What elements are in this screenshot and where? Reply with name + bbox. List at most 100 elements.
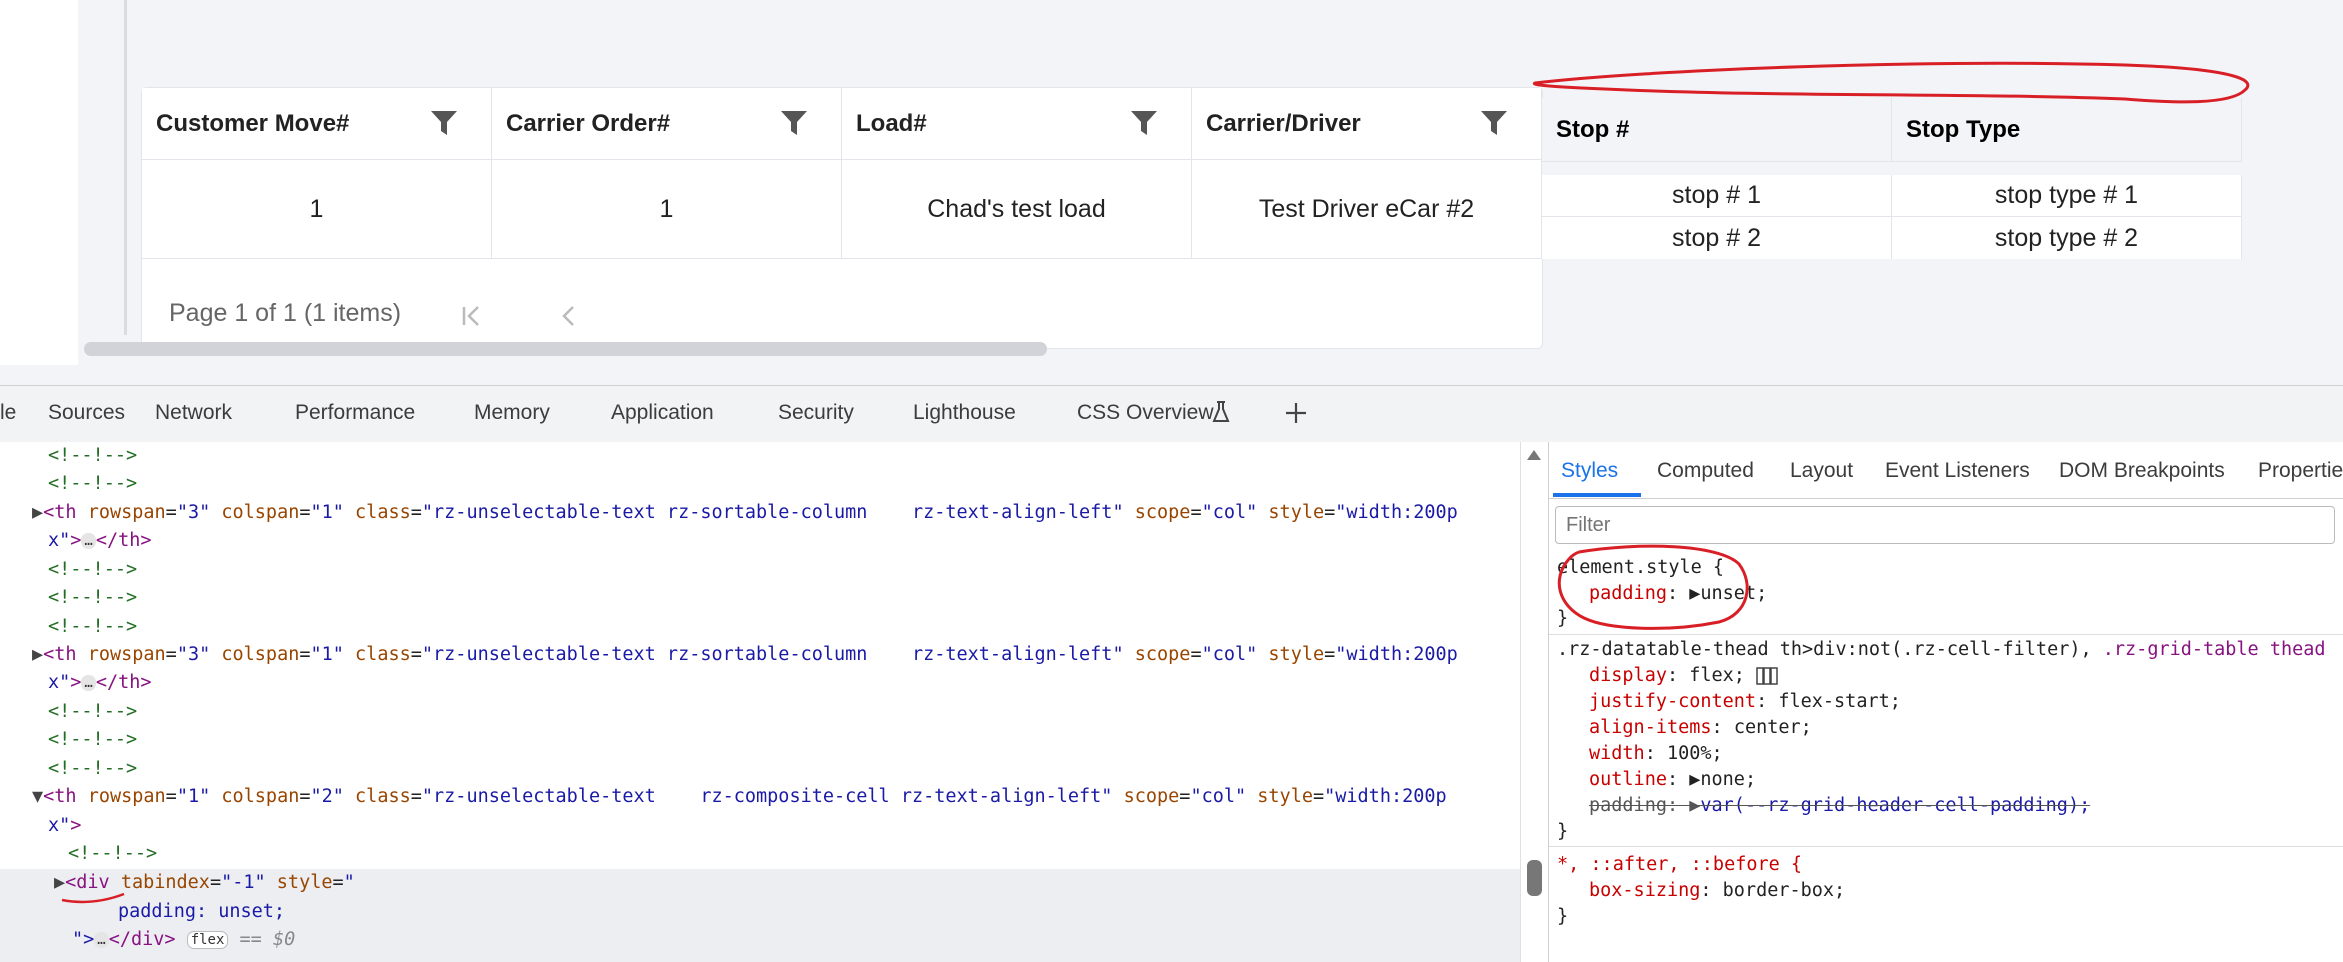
scroll-up-icon[interactable] (1527, 450, 1541, 460)
flexbox-editor-icon[interactable] (1756, 667, 1778, 685)
expand-triangle-icon[interactable]: ▶ (32, 502, 43, 523)
cell-value: 1 (659, 194, 674, 223)
dom-node-th-cont[interactable]: x">… </th> (48, 527, 152, 555)
left-panel (0, 0, 78, 365)
flex-badge[interactable]: flex (186, 931, 229, 949)
rule-divider (1549, 846, 2343, 847)
subgrid-cell: stop type # 2 (1892, 217, 2242, 259)
first-page-icon[interactable] (460, 304, 486, 328)
cell-value: stop # 2 (1672, 223, 1761, 252)
tab-styles[interactable]: Styles (1561, 459, 1618, 483)
tab-elements[interactable]: le (0, 401, 16, 425)
style-declaration-width[interactable]: width: 100%; (1589, 741, 1723, 767)
app-viewport: Customer Move# Carrier Order# Load# Carr… (0, 0, 2343, 385)
dom-node-th-composite[interactable]: ▼<th rowspan="1" colspan="2" class="rz-u… (32, 783, 1447, 811)
tab-sources[interactable]: Sources (48, 401, 125, 425)
elements-scrollbar-thumb[interactable] (1527, 860, 1542, 896)
header-label: Carrier/Driver (1206, 109, 1361, 137)
cell-value: stop type # 1 (1994, 181, 2139, 209)
dom-node-th[interactable]: ▶<th rowspan="3" colspan="1" class="rz-u… (32, 641, 1458, 669)
style-declaration-padding-overridden[interactable]: padding: ▶var(--rz-grid-header-cell-padd… (1589, 793, 2090, 819)
container-border (124, 0, 127, 335)
dom-comment[interactable]: <!--!--> (48, 584, 137, 612)
subheader-gap (1542, 162, 2242, 175)
dom-node-th-cont[interactable]: x">… </th> (48, 669, 152, 697)
funnel-icon[interactable] (1130, 110, 1158, 136)
ellipsis-badge[interactable]: … (81, 533, 96, 549)
beaker-icon (1212, 401, 1230, 422)
active-tab-indicator (1553, 493, 1641, 497)
cell-value: stop # 1 (1672, 181, 1761, 209)
style-declaration-justify[interactable]: justify-content: flex-start; (1589, 689, 1901, 715)
subgrid-cell: stop type # 1 (1892, 175, 2242, 217)
rule-selector-datatable[interactable]: .rz-datatable-thead th>div:not(.rz-cell-… (1557, 637, 2326, 663)
funnel-icon[interactable] (1480, 110, 1508, 136)
style-declaration-align[interactable]: align-items: center; (1589, 715, 1812, 741)
style-declaration-outline[interactable]: outline: ▶none; (1589, 767, 1756, 793)
subgrid-cell: stop # 1 (1542, 175, 1892, 217)
tab-dom-breakpoints[interactable]: DOM Breakpoints (2059, 459, 2225, 483)
tab-performance[interactable]: Performance (295, 401, 415, 425)
dom-node-th-cont[interactable]: x"> (48, 812, 81, 840)
expand-triangle-icon[interactable]: ▶ (1689, 769, 1700, 790)
plus-icon[interactable] (1284, 401, 1308, 425)
subgrid-cell: stop # 2 (1542, 217, 1892, 259)
dom-comment[interactable]: <!--!--> (48, 726, 137, 754)
collapse-triangle-icon[interactable]: ▼ (32, 786, 43, 807)
styles-filter-input[interactable] (1555, 506, 2335, 544)
style-declaration-display[interactable]: display: flex; (1589, 663, 1778, 689)
grid-cell: Test Driver eCar #2 (1192, 160, 1542, 258)
ellipsis-badge[interactable]: … (81, 675, 96, 691)
prev-page-icon[interactable] (558, 304, 580, 328)
dom-comment[interactable]: <!--!--> (48, 556, 137, 584)
horizontal-scrollbar[interactable] (84, 342, 1047, 356)
tab-css-overview[interactable]: CSS Overview (1077, 401, 1214, 425)
grid-cell: 1 (142, 160, 492, 258)
tab-security[interactable]: Security (778, 401, 854, 425)
dom-node-div-close[interactable]: ">… </div> flex == $0 (72, 926, 295, 954)
grid-cell: 1 (492, 160, 842, 258)
devtools-tabbar: le Sources Network Performance Memory Ap… (0, 385, 2343, 443)
funnel-icon[interactable] (780, 110, 808, 136)
cell-value: Chad's test load (927, 194, 1106, 223)
subheader-label: Stop Type (1906, 115, 2021, 143)
annotation-underline (61, 892, 125, 904)
pager-summary: Page 1 of 1 (1 items) (169, 299, 402, 327)
grid-cell: Chad's test load (842, 160, 1192, 258)
tab-lighthouse[interactable]: Lighthouse (913, 401, 1016, 425)
tab-network[interactable]: Network (155, 401, 232, 425)
cell-value: 1 (309, 194, 324, 223)
annotation-oval (1532, 61, 2250, 104)
dom-node-th[interactable]: ▶<th rowspan="3" colspan="1" class="rz-u… (32, 499, 1458, 527)
style-declaration-box-sizing[interactable]: box-sizing: border-box; (1589, 878, 1845, 904)
styles-panel: Styles Computed Layout Event Listeners D… (1548, 442, 2343, 962)
dom-comment[interactable]: <!--!--> (48, 470, 137, 498)
elements-tree: <!--!--> <!--!--> ▶<th rowspan="3" colsp… (0, 442, 1520, 962)
cell-value: Test Driver eCar #2 (1258, 194, 1475, 223)
tab-memory[interactable]: Memory (474, 401, 550, 425)
dom-comment[interactable]: <!--!--> (48, 613, 137, 641)
header-label: Carrier Order# (506, 109, 671, 137)
elements-scrollbar-track[interactable] (1520, 442, 1548, 962)
dollar-zero-hint: == $0 (239, 929, 296, 950)
ellipsis-badge[interactable]: … (94, 932, 109, 948)
dom-comment[interactable]: <!--!--> (48, 442, 137, 470)
expand-triangle-icon[interactable]: ▶ (32, 644, 43, 665)
funnel-icon[interactable] (430, 110, 458, 136)
inline-style-text: padding: unset; (118, 901, 286, 922)
rule-close: } (1557, 906, 1569, 927)
row-divider (142, 258, 1542, 259)
tab-event-listeners[interactable]: Event Listeners (1885, 459, 2030, 483)
tab-computed[interactable]: Computed (1657, 459, 1754, 483)
dom-comment[interactable]: <!--!--> (48, 755, 137, 783)
rule-selector-universal[interactable]: *, ::after, ::before { (1557, 852, 1802, 878)
annotation-circle (1557, 544, 1749, 630)
header-label: Customer Move# (156, 109, 350, 137)
tab-application[interactable]: Application (611, 401, 714, 425)
dom-comment[interactable]: <!--!--> (48, 698, 137, 726)
tab-layout[interactable]: Layout (1790, 459, 1853, 483)
tab-properties[interactable]: Properties (2258, 459, 2343, 483)
dom-comment[interactable]: <!--!--> (68, 840, 157, 868)
subheader-label: Stop # (1556, 115, 1630, 143)
cell-value: stop type # 2 (1994, 223, 2139, 252)
